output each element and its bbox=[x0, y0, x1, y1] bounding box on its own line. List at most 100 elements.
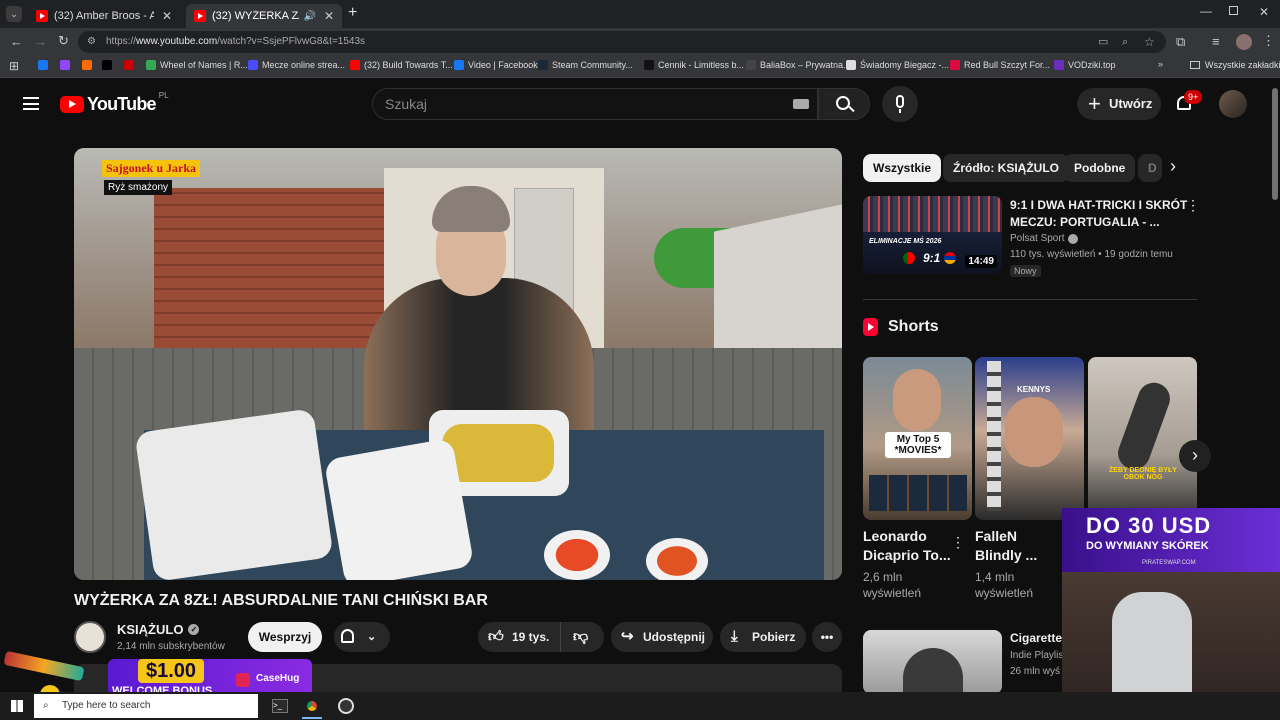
new-tab-button[interactable]: + bbox=[348, 4, 357, 22]
bookmark-item[interactable]: Cennik - Limitless b... bbox=[644, 60, 744, 70]
bookmark-favicon-icon bbox=[60, 60, 70, 70]
terminal-taskbar-icon[interactable]: >_ bbox=[272, 699, 288, 713]
short-title[interactable]: Leonardo Dicaprio To... bbox=[863, 527, 951, 565]
chrome-taskbar-icon[interactable] bbox=[304, 698, 320, 714]
short-thumb-text: KENNYS bbox=[1017, 385, 1051, 394]
address-bar[interactable]: ⚙ https://www.youtube.com/watch?v=SsjePF… bbox=[78, 31, 1166, 53]
reading-list-icon[interactable]: ≡ bbox=[1212, 34, 1220, 49]
profile-avatar[interactable] bbox=[1236, 34, 1252, 50]
playlist-title[interactable]: Cigarettes bbox=[1010, 631, 1069, 645]
apps-grid-icon[interactable]: ⊞ bbox=[9, 59, 19, 73]
cast-icon[interactable]: ▭ bbox=[1098, 31, 1108, 53]
chip-from-channel[interactable]: Źródło: KSIĄŻULO bbox=[943, 154, 1069, 182]
bookmark-item[interactable] bbox=[82, 60, 96, 70]
back-icon[interactable]: ← bbox=[10, 34, 23, 49]
youtube-logo[interactable]: YouTube PL bbox=[60, 91, 169, 115]
short-views-line: wyświetleń bbox=[863, 586, 922, 600]
extensions-icon[interactable]: ⧉ bbox=[1176, 34, 1185, 50]
shorts-next-button[interactable]: › bbox=[1179, 440, 1211, 472]
search-input[interactable]: Szukaj bbox=[372, 88, 818, 120]
forward-icon[interactable]: → bbox=[34, 34, 47, 49]
video-player[interactable]: Sajgonek u Jarka Ryż smażony bbox=[74, 148, 842, 580]
short-thumbnail[interactable]: ŻEBY DEONIE BYŁY OBOK NÓG bbox=[1088, 357, 1197, 520]
short-thumbnail[interactable]: KENNYS bbox=[975, 357, 1084, 520]
armenia-flag-icon bbox=[944, 252, 956, 264]
verified-icon bbox=[1068, 233, 1079, 244]
dislike-button[interactable]: 👎︎ bbox=[560, 622, 604, 652]
movie-posters bbox=[869, 475, 967, 511]
zoom-icon[interactable]: ⌕ bbox=[1122, 31, 1128, 53]
tab-search-icon[interactable]: ⌄ bbox=[6, 6, 22, 22]
search-button[interactable] bbox=[818, 88, 870, 120]
bookmark-star-icon[interactable]: ☆ bbox=[1144, 31, 1155, 53]
close-tab-icon[interactable]: ✕ bbox=[162, 9, 172, 23]
recommended-channel[interactable]: Polsat Sport bbox=[1010, 233, 1079, 244]
recommended-title[interactable]: 9:1 I DWA HAT-TRICKI I SKRÓT MECZU: PORT… bbox=[1010, 197, 1187, 231]
shorts-logo-icon bbox=[863, 318, 878, 336]
short-more-icon[interactable]: ⋮ bbox=[951, 534, 965, 551]
keyboard-icon[interactable] bbox=[793, 99, 809, 109]
close-tab-icon[interactable]: ✕ bbox=[324, 9, 334, 23]
like-button[interactable]: 👍︎ 19 tys. bbox=[478, 622, 560, 652]
all-bookmarks-folder[interactable]: Wszystkie zakładki bbox=[1190, 60, 1280, 70]
browser-tab[interactable]: (32) Amber Broos - A State of T ✕ bbox=[28, 4, 180, 28]
chip-more[interactable]: D bbox=[1138, 154, 1162, 182]
bookmark-item[interactable]: Video | Facebook bbox=[454, 60, 538, 70]
playlist-thumbnail[interactable] bbox=[863, 630, 1002, 694]
download-button[interactable]: ⤓ Pobierz bbox=[720, 622, 806, 652]
bookmark-item[interactable]: BaliaBox – Prywatna... bbox=[746, 60, 851, 70]
taskbar-search[interactable]: ⌕ Type here to search bbox=[34, 694, 258, 718]
subscriber-count: 2,14 mln subskrybentów bbox=[117, 641, 225, 652]
maximize-icon[interactable] bbox=[1229, 6, 1238, 15]
close-window-icon[interactable]: ✕ bbox=[1259, 5, 1269, 19]
browser-tab-active[interactable]: (32) WYŻERKA ZA 8ZŁ! ABS 🔊 ✕ bbox=[186, 4, 342, 28]
subscribed-notifications-button[interactable]: ⌄ bbox=[334, 622, 390, 652]
create-button[interactable]: + Utwórz bbox=[1077, 88, 1161, 120]
short-thumbnail[interactable]: My Top 5 *MOVIES* bbox=[863, 357, 972, 520]
minimize-icon[interactable]: — bbox=[1200, 4, 1212, 18]
bookmark-label: Mecze online strea... bbox=[262, 60, 346, 70]
notifications-button[interactable]: 9+ bbox=[1172, 90, 1203, 116]
sauce-cup bbox=[646, 538, 708, 580]
recommended-more-icon[interactable]: ⋮ bbox=[1186, 197, 1200, 214]
recommended-thumbnail[interactable]: ELIMINACJE MŚ 2026 9:1 14:49 bbox=[863, 196, 1002, 274]
more-bookmarks-icon[interactable]: » bbox=[1158, 59, 1163, 69]
page-scrollbar[interactable] bbox=[1272, 88, 1278, 200]
account-avatar[interactable] bbox=[1219, 90, 1247, 118]
windows-start-icon[interactable] bbox=[11, 700, 23, 712]
channel-name[interactable]: KSIĄŻULO ✓ bbox=[117, 622, 200, 637]
playlist-channel[interactable]: Indie Playlis bbox=[1010, 650, 1063, 661]
share-button[interactable]: ↪ Udostępnij bbox=[611, 622, 713, 652]
chip-all[interactable]: Wszystkie bbox=[863, 154, 942, 182]
short-views-line: 1,4 mln bbox=[975, 570, 1015, 584]
site-info-icon[interactable]: ⚙ bbox=[87, 31, 96, 53]
voice-search-button[interactable] bbox=[882, 86, 918, 122]
short-views: 2,6 mln wyświetleń bbox=[863, 569, 921, 601]
browser-menu-icon[interactable]: ⋮ bbox=[1262, 33, 1275, 49]
bookmark-item[interactable] bbox=[38, 60, 52, 70]
bookmark-item[interactable] bbox=[124, 60, 138, 70]
reload-icon[interactable]: ↻ bbox=[58, 33, 69, 49]
bookmark-item[interactable]: Red Bull Szczyt For... bbox=[950, 60, 1050, 70]
bookmark-item[interactable]: Mecze online strea... bbox=[248, 60, 345, 70]
chip-next-arrow-icon[interactable]: › bbox=[1170, 156, 1176, 177]
bookmark-item[interactable]: Wheel of Names | R... bbox=[146, 60, 248, 70]
bookmark-item[interactable]: Steam Community... bbox=[538, 60, 633, 70]
bookmark-item[interactable]: Świadomy Biegacz -... bbox=[846, 60, 949, 70]
obs-taskbar-icon[interactable] bbox=[338, 698, 354, 714]
hamburger-menu-icon[interactable] bbox=[23, 97, 39, 110]
short-title[interactable]: FalleN Blindly ... bbox=[975, 527, 1037, 565]
short-views-line: wyświetleń bbox=[975, 586, 1034, 600]
short-thumb-text: ŻEBY DEONIE BYŁY OBOK NÓG bbox=[1109, 467, 1177, 481]
bookmark-item[interactable] bbox=[60, 60, 74, 70]
url-path: /watch?v=SsjePFlvwG8&t=1543s bbox=[217, 36, 366, 47]
more-actions-button[interactable]: ••• bbox=[812, 622, 842, 652]
speaker-icon[interactable]: 🔊 bbox=[303, 11, 315, 22]
support-button[interactable]: Wesprzyj bbox=[248, 622, 322, 652]
bookmark-item[interactable]: (32) Build Towards T... bbox=[350, 60, 453, 70]
channel-avatar[interactable] bbox=[74, 621, 106, 653]
bookmark-favicon-icon bbox=[746, 60, 756, 70]
bookmark-item[interactable]: VODziki.top bbox=[1054, 60, 1116, 70]
bookmark-item[interactable] bbox=[102, 60, 116, 70]
chip-related[interactable]: Podobne bbox=[1064, 154, 1136, 182]
